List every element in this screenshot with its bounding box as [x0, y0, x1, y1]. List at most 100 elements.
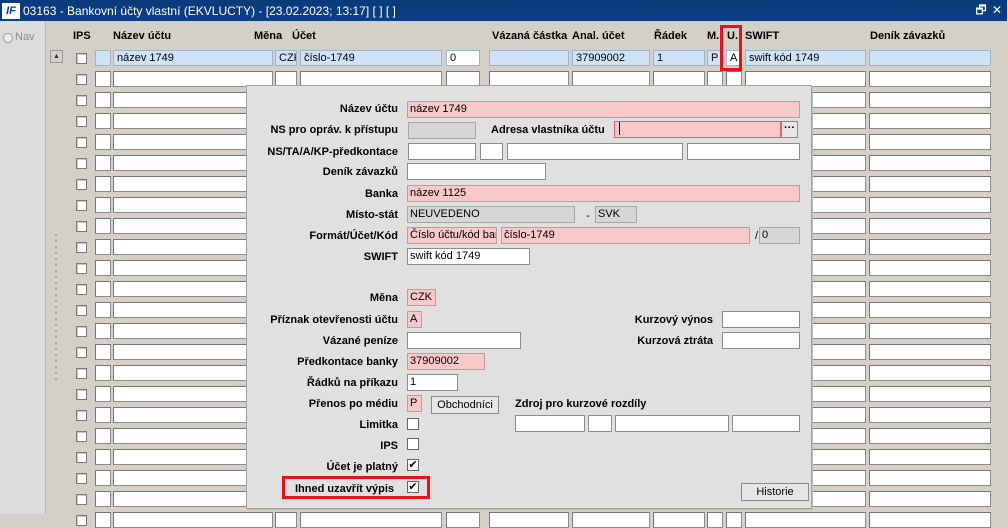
header-ips[interactable]: IPS: [73, 30, 91, 42]
ucet-platny-checkbox[interactable]: ✔: [407, 459, 419, 471]
header-swift[interactable]: SWIFT: [745, 30, 779, 42]
kp-field[interactable]: [687, 143, 800, 160]
row-cell[interactable]: [95, 302, 111, 318]
row-ips-checkbox[interactable]: [76, 326, 87, 337]
nav-radio[interactable]: [3, 33, 13, 43]
row-cell[interactable]: [95, 491, 111, 507]
first-row-cell[interactable]: A: [726, 50, 742, 66]
denik-field[interactable]: [407, 163, 546, 180]
row-cell[interactable]: [95, 71, 111, 87]
row-cell[interactable]: [95, 470, 111, 486]
row-ips-checkbox[interactable]: [76, 158, 87, 169]
first-row-cell[interactable]: swift kód 1749: [745, 50, 866, 66]
kod-field[interactable]: 0: [759, 227, 800, 244]
row-cell[interactable]: [869, 260, 991, 276]
historie-button[interactable]: Historie: [741, 483, 809, 501]
row-cell[interactable]: [869, 176, 991, 192]
header-denik[interactable]: Deník závazků: [870, 30, 945, 42]
row-cell[interactable]: [869, 344, 991, 360]
first-row-cell[interactable]: název 1749: [113, 50, 273, 66]
row-ips-checkbox[interactable]: [76, 410, 87, 421]
mena-field[interactable]: CZK: [407, 289, 436, 306]
kurz-vynos-field[interactable]: [722, 311, 800, 328]
swift-field[interactable]: swift kód 1749: [407, 248, 530, 265]
zdroj-field-2[interactable]: [588, 415, 612, 432]
misto-field[interactable]: NEUVEDENO: [407, 206, 575, 223]
row-cell[interactable]: [869, 218, 991, 234]
header-radek[interactable]: Řádek: [654, 30, 687, 42]
row-cell[interactable]: [707, 512, 723, 528]
priznak-field[interactable]: A: [407, 311, 422, 328]
row-ips-checkbox[interactable]: [76, 473, 87, 484]
predkontace-field[interactable]: 37909002: [407, 353, 485, 370]
row-cell[interactable]: [869, 281, 991, 297]
row-cell[interactable]: [869, 197, 991, 213]
first-row-cell[interactable]: 0: [446, 50, 480, 66]
row-cell[interactable]: [726, 512, 742, 528]
zdroj-field-3[interactable]: [615, 415, 729, 432]
header-u[interactable]: U.: [727, 30, 738, 42]
first-row-cell[interactable]: CZK: [275, 50, 297, 66]
first-row-cell[interactable]: číslo-1749: [300, 50, 442, 66]
row-ips-checkbox[interactable]: [76, 347, 87, 358]
zdroj-field-1[interactable]: [515, 415, 585, 432]
row-cell[interactable]: [446, 512, 480, 528]
row-ips-checkbox[interactable]: [76, 221, 87, 232]
row-cell[interactable]: [95, 323, 111, 339]
row-cell[interactable]: [869, 71, 991, 87]
first-row-cell[interactable]: [869, 50, 991, 66]
format-field[interactable]: Číslo účtu/kód bar: [407, 227, 497, 244]
row-ips-checkbox[interactable]: [76, 53, 87, 64]
row-cell[interactable]: [869, 428, 991, 444]
row-ips-checkbox[interactable]: [76, 515, 87, 526]
ns-oprav-field[interactable]: [408, 122, 476, 139]
row-ips-checkbox[interactable]: [76, 368, 87, 379]
row-cell[interactable]: [95, 239, 111, 255]
nazev-uctu-field[interactable]: název 1749: [407, 101, 800, 118]
ta-field[interactable]: [480, 143, 503, 160]
header-vazana-castka[interactable]: Vázaná částka: [492, 30, 567, 42]
row-cell[interactable]: [869, 302, 991, 318]
row-ips-checkbox[interactable]: [76, 494, 87, 505]
row-cell[interactable]: [95, 260, 111, 276]
row-cell[interactable]: [869, 323, 991, 339]
row-cell[interactable]: [95, 218, 111, 234]
row-cell[interactable]: [869, 470, 991, 486]
header-m[interactable]: M.: [707, 30, 719, 42]
row-cell[interactable]: [95, 92, 111, 108]
row-cell[interactable]: [869, 449, 991, 465]
row-ips-checkbox[interactable]: [76, 137, 87, 148]
first-row-cell[interactable]: 37909002: [572, 50, 650, 66]
row-ips-checkbox[interactable]: [76, 263, 87, 274]
row-ips-checkbox[interactable]: [76, 95, 87, 106]
row-cell[interactable]: [95, 134, 111, 150]
row-ips-checkbox[interactable]: [76, 179, 87, 190]
splitter-handle[interactable]: [53, 232, 59, 382]
row-cell[interactable]: [95, 113, 111, 129]
row-cell[interactable]: [869, 512, 991, 528]
limitka-checkbox[interactable]: [407, 418, 419, 430]
row-cell[interactable]: [95, 512, 111, 528]
restore-icon[interactable]: 🗗: [974, 2, 988, 18]
row-ips-checkbox[interactable]: [76, 431, 87, 442]
row-cell[interactable]: [95, 176, 111, 192]
close-icon[interactable]: ✕: [990, 2, 1004, 18]
row-cell[interactable]: [869, 491, 991, 507]
row-cell[interactable]: [95, 407, 111, 423]
row-cell[interactable]: [869, 386, 991, 402]
adresa-lookup-button[interactable]: ···: [781, 121, 798, 138]
row-cell[interactable]: [95, 428, 111, 444]
row-cell[interactable]: [653, 512, 705, 528]
row-cell[interactable]: [745, 512, 866, 528]
banka-field[interactable]: název 1125: [407, 185, 800, 202]
row-cell[interactable]: [572, 512, 650, 528]
row-cell[interactable]: [869, 155, 991, 171]
first-row-cell[interactable]: [95, 50, 111, 66]
row-ips-checkbox[interactable]: [76, 284, 87, 295]
row-cell[interactable]: [869, 365, 991, 381]
row-ips-checkbox[interactable]: [76, 389, 87, 400]
ihned-checkbox[interactable]: ✔: [407, 481, 419, 493]
first-row-cell[interactable]: 1: [653, 50, 705, 66]
row-cell[interactable]: [869, 92, 991, 108]
ucet-field[interactable]: číslo-1749: [501, 227, 750, 244]
